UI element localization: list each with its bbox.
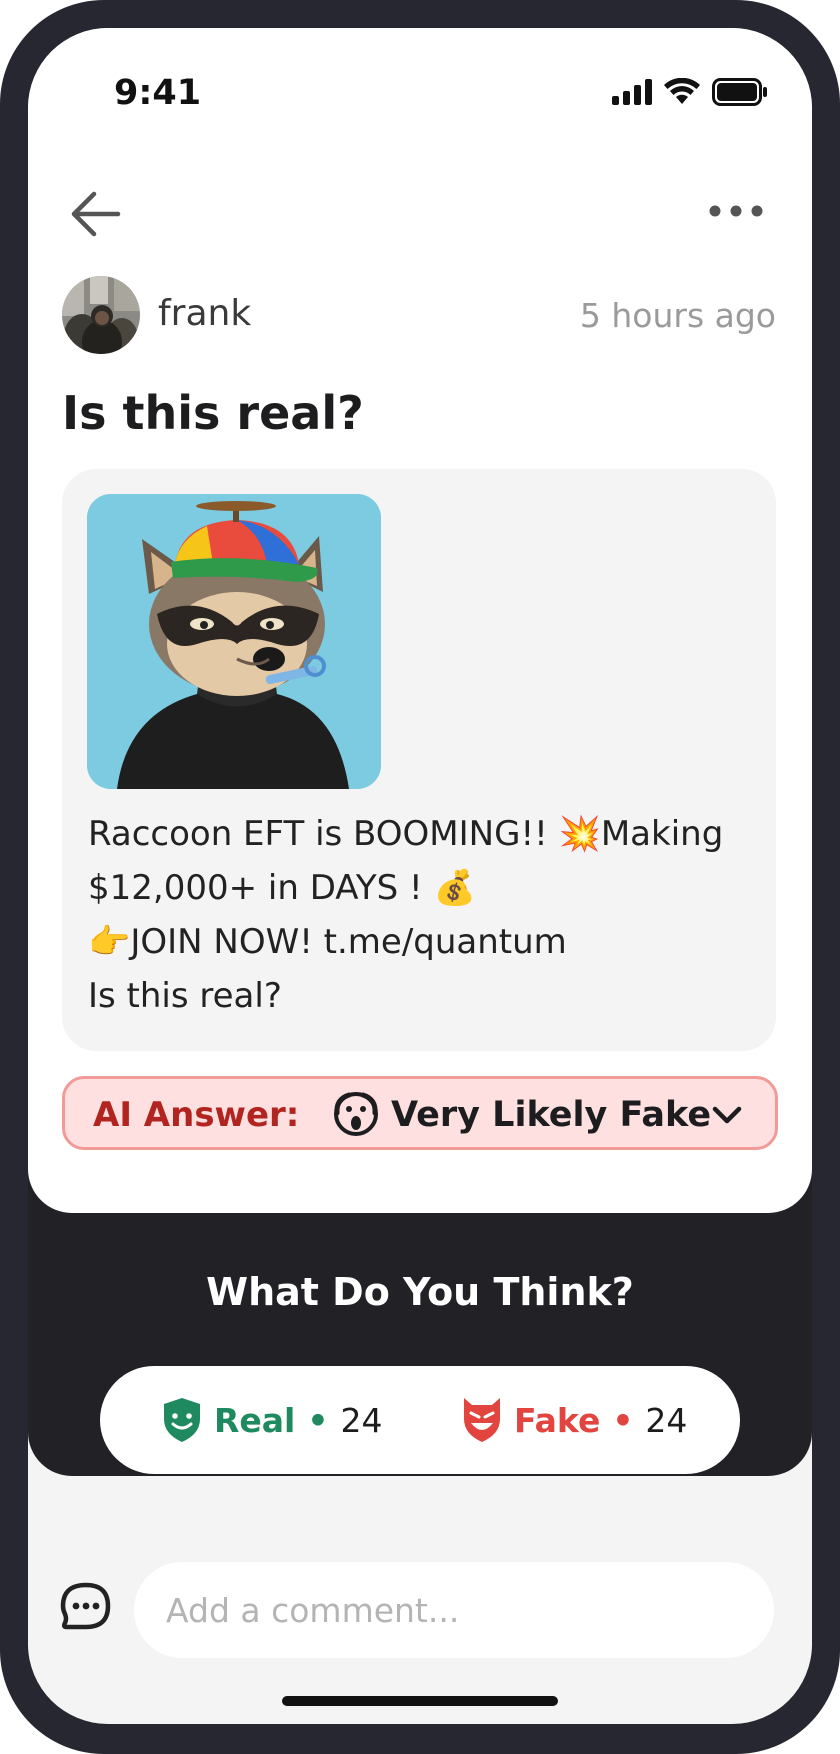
more-options-button[interactable] <box>706 196 776 246</box>
post-header: frank 5 hours ago <box>62 276 776 358</box>
post-card: 9:41 frank 5 hours ago Is this real? Rac… <box>28 28 812 1213</box>
status-time: 9:41 <box>114 73 202 113</box>
vote-title: What Do You Think? <box>206 1270 634 1314</box>
scream-face-icon <box>334 1092 378 1136</box>
vote-fake-separator: • <box>612 1400 634 1440</box>
arrow-left-icon <box>71 191 121 237</box>
signal-icon <box>612 79 652 105</box>
post-timestamp: 5 hours ago <box>579 296 776 335</box>
battery-icon <box>712 78 767 106</box>
back-button[interactable] <box>68 186 138 256</box>
vote-pill: Real • 24 Fake • 24 <box>100 1366 740 1474</box>
post-title: Is this real? <box>62 386 364 440</box>
post-body-line: Is this real? <box>88 976 282 1016</box>
ai-answer-dropdown[interactable]: AI Answer: Very Likely Fake <box>62 1076 778 1150</box>
screen: 9:41 frank 5 hours ago Is this real? Rac… <box>28 28 812 1724</box>
phone-frame: 9:41 frank 5 hours ago Is this real? Rac… <box>0 0 840 1754</box>
raccoon-nft-image[interactable] <box>87 494 381 789</box>
vote-fake-button[interactable]: Fake • 24 <box>462 1394 687 1446</box>
post-body-line: 👉JOIN NOW! t.me/quantum <box>88 922 567 962</box>
comment-bar <box>28 1558 812 1658</box>
avatar[interactable] <box>62 276 140 354</box>
chat-bubble-icon[interactable] <box>60 1582 112 1634</box>
post-body-line: $12,000+ in DAYS ! 💰 <box>88 868 476 908</box>
vote-fake-label: Fake <box>514 1400 601 1440</box>
ai-answer-label: AI Answer: <box>93 1095 300 1135</box>
ai-verdict: Very Likely Fake <box>391 1095 712 1135</box>
post-content-card: Raccoon EFT is BOOMING!! 💥Making $12,000… <box>62 469 776 1051</box>
comment-input[interactable] <box>134 1562 774 1658</box>
home-indicator[interactable] <box>282 1696 558 1706</box>
vote-real-label: Real <box>214 1400 296 1440</box>
vote-real-button[interactable]: Real • 24 <box>162 1394 382 1446</box>
wifi-icon <box>664 78 700 104</box>
vote-real-count: 24 <box>340 1400 383 1440</box>
shield-smile-icon <box>164 1398 200 1442</box>
author-name[interactable]: frank <box>158 293 251 334</box>
vote-real-separator: • <box>307 1400 329 1440</box>
status-bar: 9:41 <box>28 28 812 148</box>
devil-shield-icon <box>464 1398 500 1442</box>
chevron-down-icon <box>712 1106 742 1124</box>
status-icons <box>612 78 768 106</box>
more-horizontal-icon <box>709 205 763 217</box>
vote-fake-count: 24 <box>645 1400 688 1440</box>
post-body-line: Raccoon EFT is BOOMING!! 💥Making <box>88 814 724 854</box>
post-body: Raccoon EFT is BOOMING!! 💥Making $12,000… <box>88 807 758 1023</box>
